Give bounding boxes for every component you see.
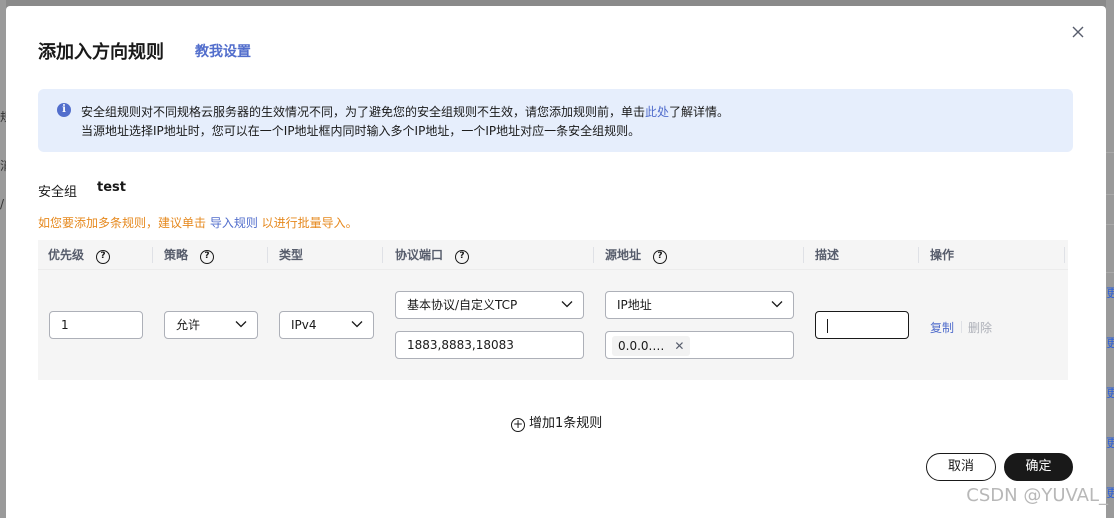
header-priority: 优先级? [48,240,111,270]
add-inbound-rule-dialog: 添加入方向规则 教我设置 i 安全组规则对不同规格云服务器的生效情况不同，为了避… [6,6,1106,518]
import-tip: 如您要添加多条规则，建议单击 导入规则 以进行批量导入。 [38,216,358,230]
security-group-label: 安全组 [38,185,78,200]
protocol-select[interactable]: 基本协议/自定义TCP [395,291,584,319]
security-group-value: test [97,180,126,195]
port-input[interactable]: 1883,8883,18083 [395,331,584,359]
header-policy: 策略? [164,240,215,270]
import-rules-link[interactable]: 导入规则 [210,216,258,230]
chevron-down-icon [561,301,573,308]
background-link: 更 [1106,286,1114,298]
description-input[interactable] [815,311,909,339]
header-type: 类型 [279,248,304,262]
close-icon[interactable] [1070,24,1086,40]
header-description: 描述 [815,248,840,262]
background-link: 更 [1106,336,1114,348]
teach-me-link[interactable]: 教我设置 [195,41,251,61]
help-icon[interactable]: ? [455,250,470,264]
details-link[interactable]: 此处 [645,105,669,119]
help-icon[interactable]: ? [200,250,215,264]
header-actions: 操作 [930,248,955,262]
chevron-down-icon [235,321,247,328]
notice-line-1: 安全组规则对不同规格云服务器的生效情况不同，为了避免您的安全组规则不生效，请您添… [81,105,730,119]
type-select[interactable]: IPv4 [279,311,374,339]
notice-line-2: 当源地址选择IP地址时，您可以在一个IP地址框内同时输入多个IP地址，一个IP地… [81,124,641,138]
help-icon[interactable]: ? [96,250,111,264]
dialog-title: 添加入方向规则 [38,42,164,63]
delete-rule-button: 删除 [968,321,993,335]
notice-box: i 安全组规则对不同规格云服务器的生效情况不同，为了避免您的安全组规则不生效，请… [38,89,1073,152]
source-type-select[interactable]: IP地址 [605,291,794,319]
background-page-right: 更 更 更 更 更 [1106,0,1114,518]
header-protocol-port: 协议端口? [395,240,470,270]
ip-tag: 0.0.0.… ✕ [612,336,691,356]
table-row: 1 允许 IPv4 基本协议/自定义TCP 1883,8883,18083 IP… [38,270,1068,380]
priority-input[interactable]: 1 [49,311,143,339]
table-header: 优先级? 策略? 类型 协议端口? 源地址? 描述 操作 [38,240,1068,270]
chevron-down-icon [771,301,783,308]
close-icon[interactable]: ✕ [674,339,684,353]
info-icon: i [57,103,71,117]
policy-select[interactable]: 允许 [164,311,258,339]
copy-rule-button[interactable]: 复制 [930,319,954,336]
header-source: 源地址? [605,240,668,270]
source-ip-input[interactable]: 0.0.0.… ✕ [605,331,794,359]
cancel-button[interactable]: 取消 [926,453,996,481]
rules-table: 优先级? 策略? 类型 协议端口? 源地址? 描述 操作 1 允许 IPv4 基… [38,240,1068,380]
add-rule-button[interactable]: + 增加1条规则 [511,412,602,432]
plus-circle-icon: + [511,417,525,432]
background-link: 更 [1106,436,1114,448]
chevron-down-icon [351,321,363,328]
confirm-button[interactable]: 确定 [1004,453,1073,481]
help-icon[interactable]: ? [653,250,668,264]
watermark: CSDN @YUVAL_ [966,485,1108,506]
background-link: 更 [1106,386,1114,398]
